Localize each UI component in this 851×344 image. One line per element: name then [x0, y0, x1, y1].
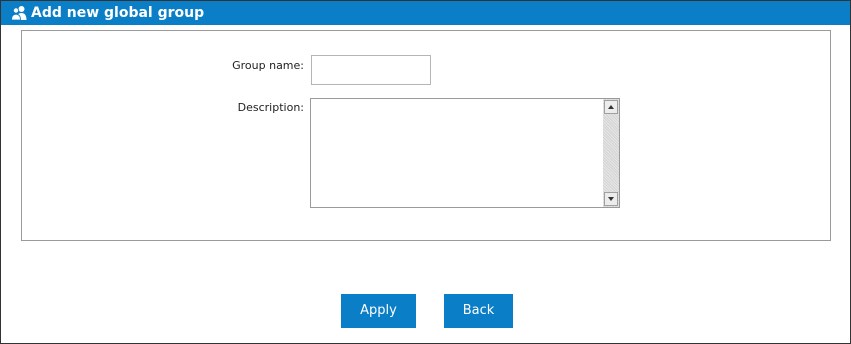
description-field [310, 98, 620, 208]
description-scrollbar[interactable] [603, 99, 619, 207]
users-icon [11, 5, 27, 21]
description-textarea[interactable] [311, 99, 603, 207]
scroll-up-button[interactable] [604, 100, 618, 114]
panel-header: Add new global group [1, 1, 850, 25]
description-label: Description: [237, 101, 304, 114]
group-name-input[interactable] [311, 55, 431, 85]
group-form: Group name: Description: [21, 30, 831, 241]
arrow-up-icon [608, 105, 614, 109]
apply-button[interactable]: Apply [341, 294, 416, 328]
add-global-group-panel: Add new global group Group name: Descrip… [0, 0, 851, 344]
arrow-down-icon [608, 197, 614, 201]
group-name-label: Group name: [232, 59, 304, 72]
panel-title: Add new global group [31, 5, 205, 21]
scroll-down-button[interactable] [604, 192, 618, 206]
back-button[interactable]: Back [444, 294, 513, 328]
